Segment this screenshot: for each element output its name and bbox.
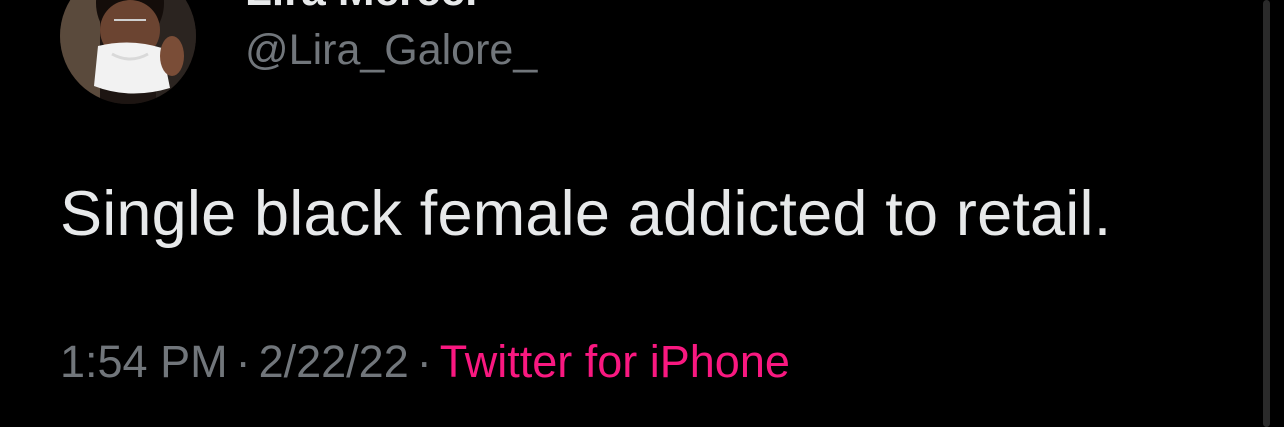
profile-photo-icon [60, 0, 196, 104]
display-name[interactable]: Lira Mercer [245, 0, 482, 16]
tweet-metadata: 1:54 PM · 2/22/22 · Twitter for iPhone [60, 336, 790, 388]
separator: · [416, 336, 432, 387]
tweet-text: Single black female addicted to retail. [60, 179, 1112, 249]
separator: · [235, 336, 251, 387]
user-handle[interactable]: @Lira_Galore_ [245, 26, 537, 75]
tweet-source-link[interactable]: Twitter for iPhone [440, 336, 790, 387]
tweet-detail: Lira Mercer @Lira_Galore_ Single black f… [0, 0, 1284, 427]
scrollbar[interactable] [1263, 0, 1270, 427]
tweet-time[interactable]: 1:54 PM [60, 336, 228, 387]
tweet-date[interactable]: 2/22/22 [259, 336, 409, 387]
avatar[interactable] [60, 0, 196, 104]
